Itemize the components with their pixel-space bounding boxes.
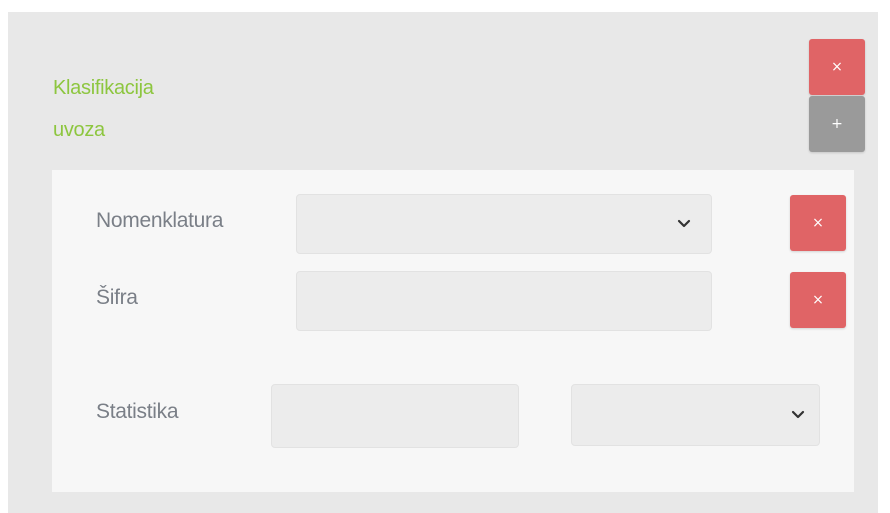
close-icon: × bbox=[812, 292, 824, 308]
classification-panel: Klasifikacija uvoza × + Nomenklatura × Š… bbox=[8, 12, 878, 513]
sifra-input[interactable] bbox=[296, 271, 712, 331]
close-icon: × bbox=[812, 215, 824, 231]
nomenklatura-label: Nomenklatura bbox=[96, 209, 224, 232]
statistika-label: Statistika bbox=[96, 400, 179, 423]
section-title: Klasifikacija uvoza bbox=[53, 67, 154, 151]
section-title-line-1: Klasifikacija bbox=[53, 77, 154, 99]
chevron-down-icon bbox=[677, 219, 691, 228]
close-icon: × bbox=[831, 59, 843, 75]
remove-section-button[interactable]: × bbox=[809, 39, 865, 95]
statistika-input[interactable] bbox=[271, 384, 519, 448]
add-section-button[interactable]: + bbox=[809, 96, 865, 152]
remove-nomenklatura-button[interactable]: × bbox=[790, 195, 846, 251]
sifra-label: Šifra bbox=[96, 286, 138, 309]
nomenklatura-select[interactable] bbox=[296, 194, 712, 254]
section-title-line-2: uvoza bbox=[53, 119, 105, 141]
chevron-down-icon bbox=[791, 410, 805, 419]
classification-card: Nomenklatura × Šifra × Statistika bbox=[52, 170, 854, 492]
remove-sifra-button[interactable]: × bbox=[790, 272, 846, 328]
statistika-select[interactable] bbox=[571, 384, 820, 446]
plus-icon: + bbox=[831, 116, 843, 132]
